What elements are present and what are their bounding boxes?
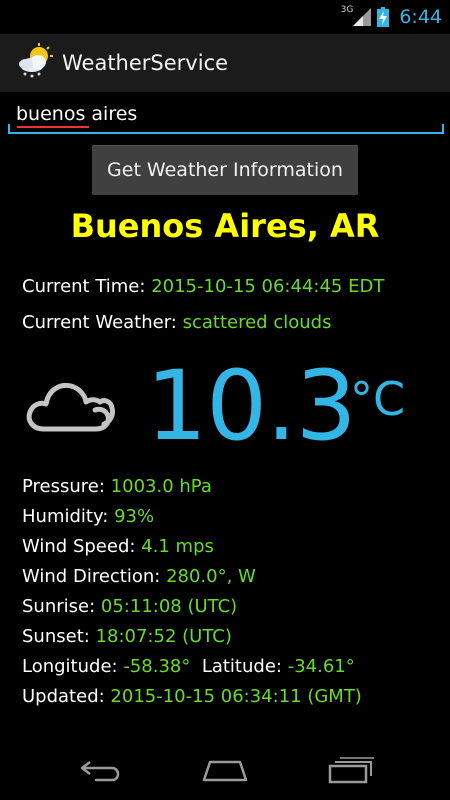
current-weather-row: Current Weather: scattered clouds bbox=[22, 312, 331, 333]
city-name: Buenos Aires, AR bbox=[70, 207, 380, 245]
battery-charging-icon bbox=[377, 7, 390, 27]
status-icons: 3G 6:44 bbox=[335, 0, 442, 34]
city-search-input[interactable] bbox=[8, 96, 444, 134]
coordinates-row: Longitude: -58.38° Latitude: -34.61° bbox=[22, 656, 355, 677]
humidity-label: Humidity: bbox=[22, 506, 109, 527]
network-type-label: 3G bbox=[340, 5, 354, 15]
longitude-label: Longitude: bbox=[22, 656, 118, 677]
humidity-value: 93% bbox=[114, 506, 155, 527]
temperature-unit: °C bbox=[350, 372, 406, 426]
sunset-row: Sunset: 18:07:52 (UTC) bbox=[22, 626, 232, 647]
current-weather-label: Current Weather: bbox=[22, 312, 177, 333]
updated-label: Updated: bbox=[22, 686, 105, 707]
current-time-value: 2015-10-15 06:44:45 EDT bbox=[151, 276, 385, 297]
current-weather-value: scattered clouds bbox=[182, 312, 332, 333]
wind-speed-label: Wind Speed: bbox=[22, 536, 136, 557]
navigation-bar bbox=[0, 740, 450, 800]
longitude-value: -58.38° bbox=[123, 656, 191, 677]
app-title: WeatherService bbox=[62, 51, 229, 75]
humidity-row: Humidity: 93% bbox=[22, 506, 154, 527]
get-weather-button[interactable]: Get Weather Information bbox=[92, 145, 358, 195]
pressure-label: Pressure: bbox=[22, 476, 105, 497]
spellcheck-underline bbox=[17, 126, 89, 128]
wind-direction-value: 280.0°, W bbox=[166, 566, 256, 587]
current-time-row: Current Time: 2015-10-15 06:44:45 EDT bbox=[22, 276, 384, 297]
signal-icon bbox=[353, 8, 372, 26]
action-bar: WeatherService bbox=[0, 34, 450, 92]
sunrise-value: 05:11:08 (UTC) bbox=[100, 596, 238, 617]
recents-icon[interactable] bbox=[326, 754, 376, 786]
input-border-left bbox=[8, 124, 10, 134]
sunset-value: 18:07:52 (UTC) bbox=[95, 626, 232, 647]
updated-value: 2015-10-15 06:34:11 (GMT) bbox=[110, 686, 362, 707]
back-icon[interactable] bbox=[76, 754, 126, 786]
latitude-label: Latitude: bbox=[201, 656, 282, 677]
partly-cloudy-snow-icon bbox=[19, 43, 53, 78]
sunrise-row: Sunrise: 05:11:08 (UTC) bbox=[22, 596, 237, 617]
pressure-row: Pressure: 1003.0 hPa bbox=[22, 476, 212, 497]
status-bar: 3G 6:44 bbox=[0, 0, 450, 34]
current-time-label: Current Time: bbox=[22, 276, 146, 297]
wind-speed-row: Wind Speed: 4.1 mps bbox=[22, 536, 214, 557]
status-time: 6:44 bbox=[399, 6, 442, 28]
sunrise-label: Sunrise: bbox=[22, 596, 96, 617]
cloud-icon bbox=[26, 382, 115, 432]
latitude-value: -34.61° bbox=[287, 656, 355, 677]
updated-row: Updated: 2015-10-15 06:34:11 (GMT) bbox=[22, 686, 362, 707]
pressure-value: 1003.0 hPa bbox=[110, 476, 212, 497]
home-icon[interactable] bbox=[200, 754, 250, 786]
temperature-value: 10.3 bbox=[146, 350, 357, 462]
wind-direction-row: Wind Direction: 280.0°, W bbox=[22, 566, 256, 587]
input-border-right bbox=[442, 124, 444, 134]
wind-direction-label: Wind Direction: bbox=[22, 566, 161, 587]
wind-speed-value: 4.1 mps bbox=[141, 536, 214, 557]
screen: 3G 6:44 WeatherService buenos aires Get … bbox=[0, 0, 450, 800]
sunset-label: Sunset: bbox=[22, 626, 90, 647]
